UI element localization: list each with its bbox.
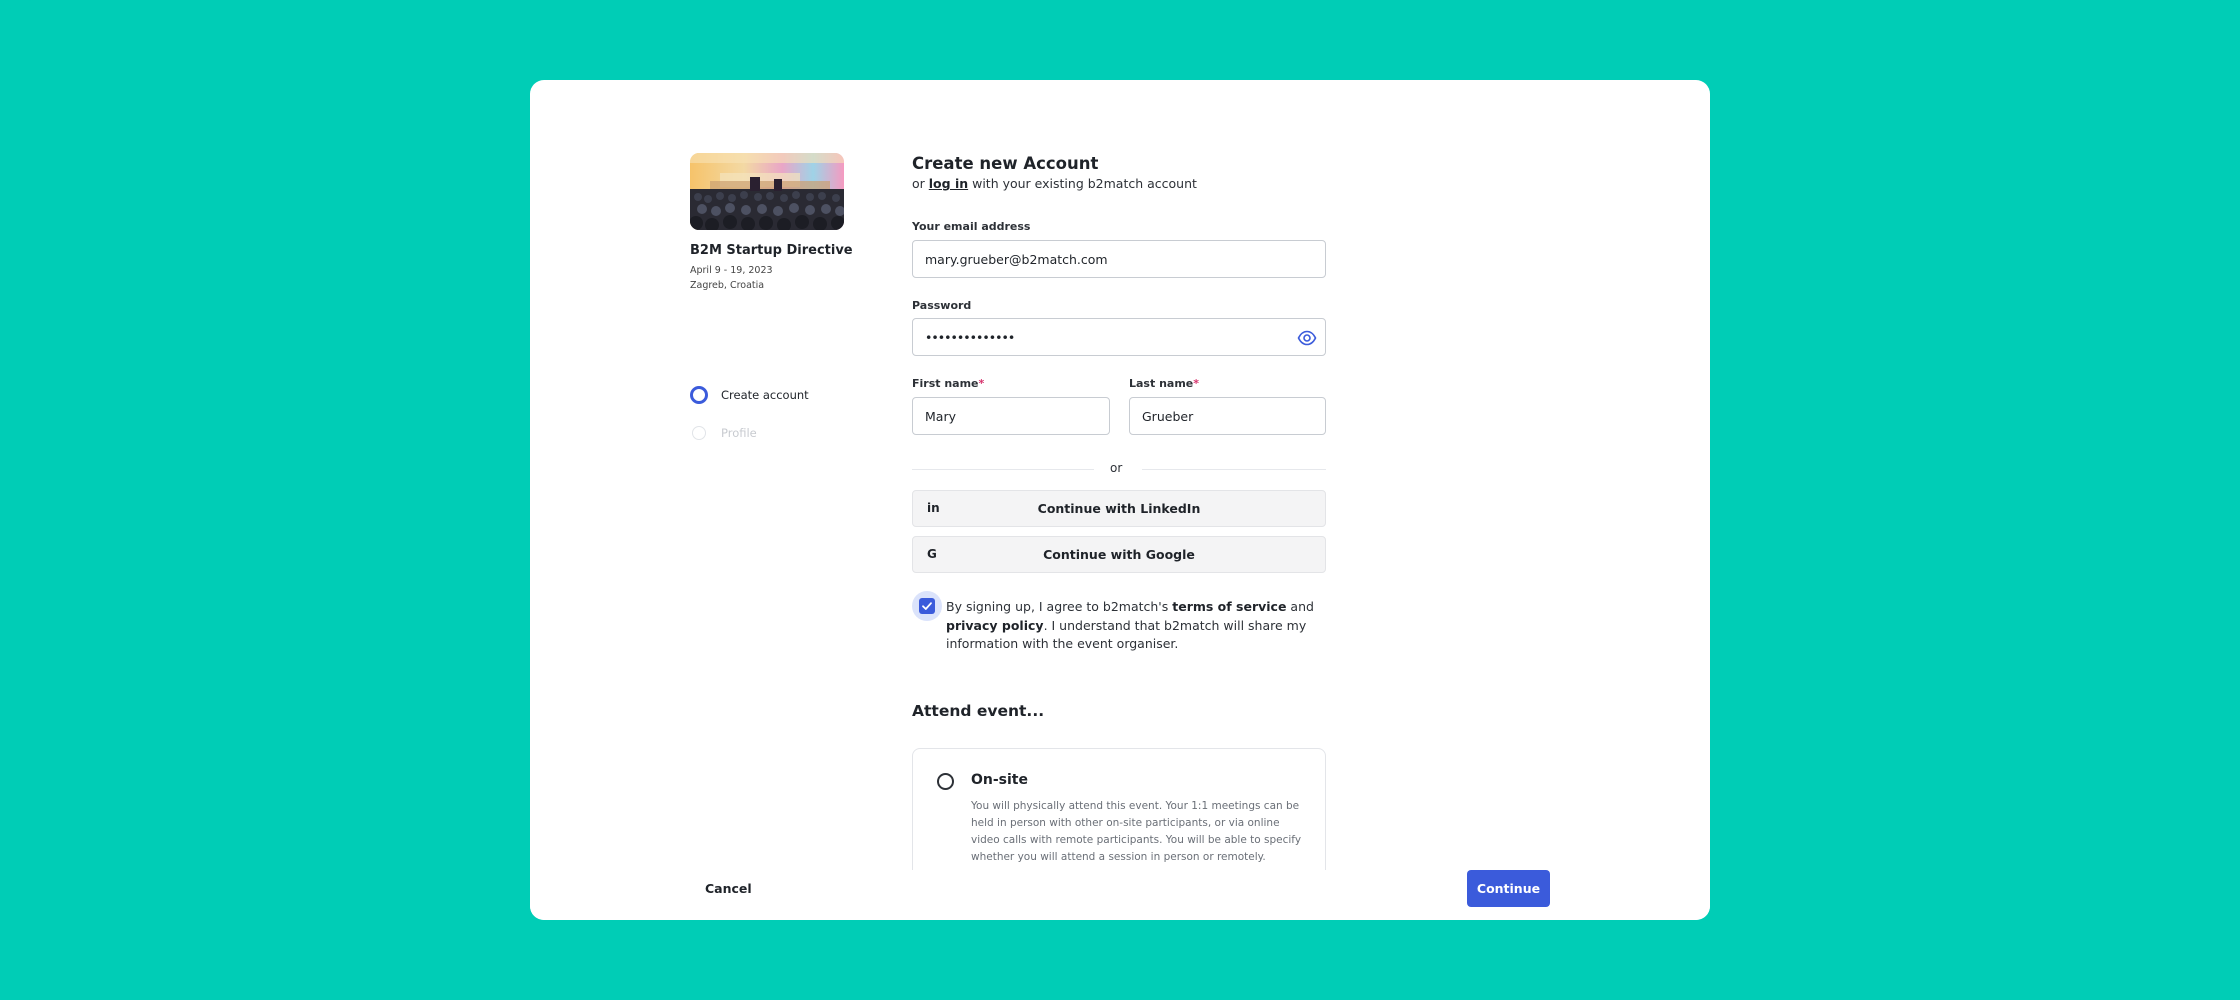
login-link[interactable]: log in: [929, 176, 968, 191]
divider-text: or: [1110, 461, 1123, 475]
consent-part: and: [1286, 599, 1314, 614]
consent-part: By signing up, I agree to b2match's: [946, 599, 1173, 614]
google-icon: G: [927, 547, 937, 561]
first-name-label: First name*: [912, 377, 984, 390]
consent-text: By signing up, I agree to b2match's term…: [946, 598, 1326, 654]
google-button[interactable]: G Continue with Google: [912, 536, 1326, 573]
continue-button[interactable]: Continue: [1467, 870, 1550, 907]
step-label: Create account: [721, 388, 809, 402]
password-value: ••••••••••••••: [925, 329, 1015, 345]
signup-form: Create new Account or log in with your e…: [912, 80, 1326, 888]
email-value: mary.grueber@b2match.com: [925, 251, 1108, 267]
divider-line: [1142, 469, 1326, 470]
password-label: Password: [912, 299, 972, 312]
last-name-label: Last name*: [1129, 377, 1199, 390]
or-divider: or: [912, 461, 1326, 477]
attendance-option-onsite[interactable]: On-site You will physically attend this …: [912, 748, 1326, 888]
linkedin-label: Continue with LinkedIn: [1037, 501, 1201, 516]
login-prompt: or log in with your existing b2match acc…: [912, 176, 1197, 191]
step-inactive-indicator-icon: [692, 426, 706, 440]
divider-line: [912, 469, 1094, 470]
form-title: Create new Account: [912, 154, 1099, 173]
step-profile: Profile: [690, 426, 757, 440]
terms-of-service-link[interactable]: terms of service: [1172, 599, 1286, 614]
last-name-value: Grueber: [1142, 408, 1194, 424]
step-active-indicator-icon: [690, 386, 708, 404]
check-icon: [919, 598, 935, 614]
modal-footer: Cancel Continue: [530, 870, 1710, 920]
first-name-value: Mary: [925, 408, 956, 424]
option-title: On-site: [971, 772, 1028, 788]
attend-section-title: Attend event...: [912, 702, 1045, 720]
event-location: Zagreb, Croatia: [690, 280, 765, 291]
required-mark: *: [978, 377, 985, 390]
cancel-button[interactable]: Cancel: [705, 881, 752, 896]
linkedin-icon: in: [927, 501, 940, 515]
linkedin-button[interactable]: in Continue with LinkedIn: [912, 490, 1326, 527]
email-label: Your email address: [912, 220, 1031, 233]
privacy-policy-link[interactable]: privacy policy: [946, 618, 1044, 633]
google-label: Continue with Google: [1043, 547, 1195, 562]
radio-button-icon[interactable]: [937, 773, 954, 790]
first-name-field[interactable]: Mary: [912, 397, 1110, 435]
last-name-field[interactable]: Grueber: [1129, 397, 1326, 435]
event-image: [690, 153, 844, 230]
step-create-account: Create account: [690, 386, 809, 404]
option-description: You will physically attend this event. Y…: [971, 800, 1302, 863]
first-name-label-text: First name: [912, 377, 979, 390]
email-field[interactable]: mary.grueber@b2match.com: [912, 240, 1326, 278]
event-title: B2M Startup Directive: [690, 243, 853, 258]
login-suffix: with your existing b2match account: [968, 176, 1197, 191]
password-field[interactable]: ••••••••••••••: [912, 318, 1326, 356]
consent-checkbox[interactable]: [912, 591, 942, 621]
required-mark: *: [1193, 377, 1200, 390]
eye-icon[interactable]: [1297, 328, 1317, 348]
step-label: Profile: [721, 426, 757, 440]
page-background: B2M Startup Directive April 9 - 19, 2023…: [0, 0, 2240, 1000]
last-name-label-text: Last name: [1129, 377, 1194, 390]
event-date: April 9 - 19, 2023: [690, 265, 773, 276]
login-prefix: or: [912, 176, 929, 191]
signup-modal: B2M Startup Directive April 9 - 19, 2023…: [530, 80, 1710, 920]
